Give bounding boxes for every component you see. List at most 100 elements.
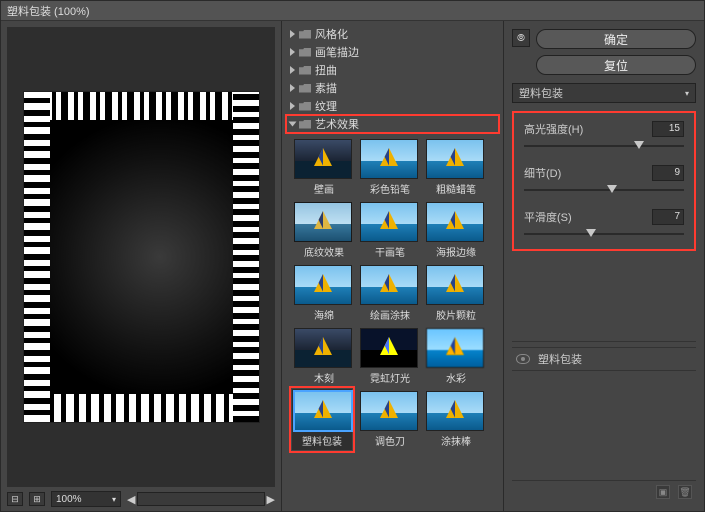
slider-row-0: 高光强度(H) 15 [524, 121, 684, 151]
thumbnail-label: 调色刀 [360, 433, 420, 448]
thumbnail-label: 干画笔 [360, 244, 420, 259]
thumbnail-label: 绘画涂抹 [360, 307, 420, 322]
category-label: 纹理 [315, 98, 337, 114]
ok-button[interactable]: 确定 [536, 29, 696, 49]
thumb-14[interactable]: 涂抹棒 [426, 391, 486, 448]
thumbnail-image [294, 139, 352, 179]
thumb-12[interactable]: 塑料包装 [292, 389, 352, 450]
category-label: 画笔描边 [315, 44, 359, 60]
thumb-10[interactable]: 霓虹灯光 [360, 328, 420, 385]
thumbnail-label: 彩色铅笔 [360, 181, 420, 196]
effect-layer-name: 塑料包装 [538, 351, 582, 367]
thumbnail-image [426, 265, 484, 305]
window-title: 塑料包装 (100%) [7, 3, 90, 19]
slider-label: 高光强度(H) [524, 121, 583, 137]
category-2[interactable]: 扭曲 [286, 61, 499, 79]
thumb-4[interactable]: 干画笔 [360, 202, 420, 259]
hscroll-track[interactable] [137, 492, 264, 506]
delete-effect-layer-button[interactable]: 🗑 [678, 485, 692, 499]
effect-layer-row[interactable]: 塑料包装 [512, 347, 696, 371]
folder-icon [299, 84, 311, 93]
category-label: 风格化 [315, 26, 348, 42]
zoom-in-button[interactable]: ⊞ [29, 492, 45, 506]
category-1[interactable]: 画笔描边 [286, 43, 499, 61]
thumb-8[interactable]: 胶片颗粒 [426, 265, 486, 322]
thumbnail-image [294, 328, 352, 368]
chevron-down-icon: ▾ [112, 495, 116, 504]
folder-icon [299, 120, 311, 129]
category-0[interactable]: 风格化 [286, 25, 499, 43]
disclosure-triangle-icon [290, 66, 295, 74]
disclosure-triangle-icon [290, 48, 295, 56]
titlebar[interactable]: 塑料包装 (100%) [1, 1, 704, 21]
thumbnail-label: 胶片颗粒 [426, 307, 486, 322]
visibility-icon[interactable] [516, 354, 530, 364]
slider-knob[interactable] [634, 141, 644, 149]
thumbnail-image [294, 202, 352, 242]
thumb-5[interactable]: 海报边缘 [426, 202, 486, 259]
new-effect-layer-button[interactable]: ▣ [656, 485, 670, 499]
slider-track[interactable] [524, 185, 684, 195]
thumbnail-image [360, 328, 418, 368]
slider-row-1: 细节(D)9 [524, 165, 684, 195]
thumbnail-image [360, 391, 418, 431]
preview-canvas[interactable] [7, 27, 275, 487]
thumbnail-image [426, 202, 484, 242]
thumbnail-image [360, 139, 418, 179]
thumbnail-image [294, 391, 352, 431]
thumbnail-label: 霓虹灯光 [360, 370, 420, 385]
reset-button[interactable]: 复位 [536, 55, 696, 75]
slider-track[interactable] [524, 141, 684, 151]
thumbnail-image [426, 328, 484, 368]
category-label: 素描 [315, 80, 337, 96]
thumb-7[interactable]: 绘画涂抹 [360, 265, 420, 322]
thumb-6[interactable]: 海绵 [294, 265, 354, 322]
zoom-bar: ⊟ ⊞ 100% ▾ ◀ ▶ [7, 487, 275, 511]
thumbnail-label: 木刻 [294, 370, 354, 385]
zoom-value: 100% [56, 494, 82, 505]
slider-label: 平滑度(S) [524, 209, 572, 225]
window-body: ⊟ ⊞ 100% ▾ ◀ ▶ 风格化画笔描边扭曲素描纹理艺术效果 壁画彩色铅笔粗… [1, 21, 704, 511]
disclosure-triangle-icon [290, 84, 295, 92]
preview-image [24, 92, 259, 422]
filter-select[interactable]: 塑料包装 ▾ [512, 83, 696, 103]
category-3[interactable]: 素描 [286, 79, 499, 97]
category-4[interactable]: 纹理 [286, 97, 499, 115]
scroll-right-icon[interactable]: ▶ [267, 493, 275, 506]
slider-value[interactable]: 15 [652, 121, 684, 137]
thumbnail-label: 海报边缘 [426, 244, 486, 259]
slider-knob[interactable] [586, 229, 596, 237]
thumbnail-label: 水彩 [426, 370, 486, 385]
thumb-9[interactable]: 木刻 [294, 328, 354, 385]
zoom-out-button[interactable]: ⊟ [7, 492, 23, 506]
slider-value[interactable]: 9 [652, 165, 684, 181]
slider-value[interactable]: 7 [652, 209, 684, 225]
thumbnail-image [426, 391, 484, 431]
category-5[interactable]: 艺术效果 [286, 115, 499, 133]
category-label: 艺术效果 [315, 116, 359, 132]
thumbnail-image [426, 139, 484, 179]
thumb-11[interactable]: 水彩 [426, 328, 486, 385]
thumbnail-label: 底纹效果 [294, 244, 354, 259]
chevron-down-icon: ▾ [685, 89, 689, 98]
thumb-3[interactable]: 底纹效果 [294, 202, 354, 259]
folder-icon [299, 102, 311, 111]
thumb-1[interactable]: 彩色铅笔 [360, 139, 420, 196]
thumbnail-label: 塑料包装 [294, 433, 350, 448]
disclosure-triangle-icon [290, 30, 295, 38]
thumb-0[interactable]: 壁画 [294, 139, 354, 196]
thumbnail-label: 壁画 [294, 181, 354, 196]
zoom-dropdown[interactable]: 100% ▾ [51, 491, 121, 507]
filter-select-value: 塑料包装 [519, 85, 563, 101]
effect-layers-panel: 塑料包装 ▣ 🗑 [512, 341, 696, 503]
slider-knob[interactable] [607, 185, 617, 193]
thumb-2[interactable]: 粗糙蜡笔 [426, 139, 486, 196]
hscrollbar[interactable]: ◀ ▶ [127, 492, 275, 506]
folder-icon [299, 30, 311, 39]
category-label: 扭曲 [315, 62, 337, 78]
slider-track[interactable] [524, 229, 684, 239]
collapse-icon[interactable]: ⦾ [512, 29, 530, 47]
scroll-left-icon[interactable]: ◀ [127, 493, 135, 506]
disclosure-triangle-icon [290, 102, 295, 110]
thumb-13[interactable]: 调色刀 [360, 391, 420, 448]
